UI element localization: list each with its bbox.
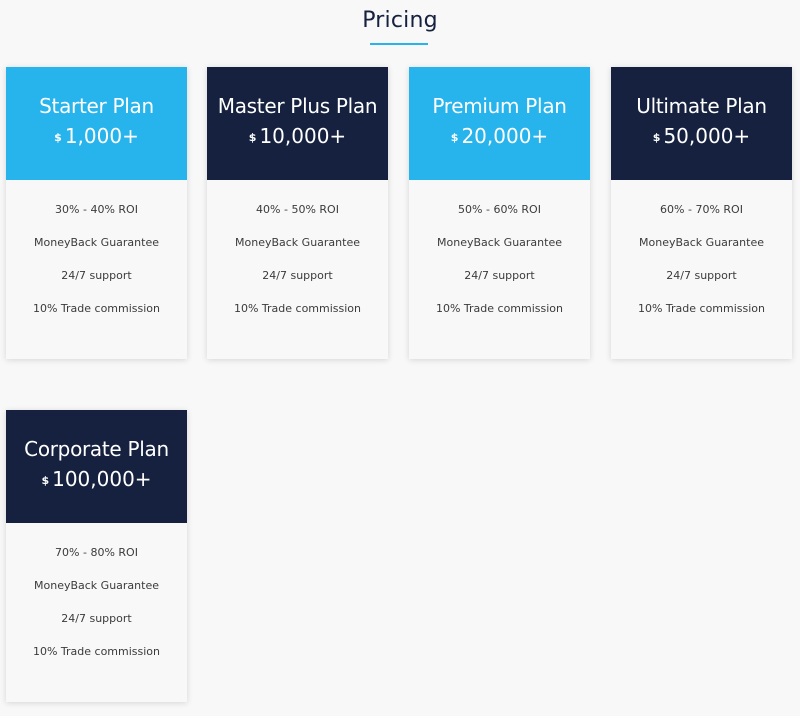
feature-roi: 70% - 80% ROI: [55, 546, 138, 559]
plan-card-ultimate[interactable]: Ultimate Plan $50,000+ 60% - 70% ROI Mon…: [611, 67, 792, 359]
feature-roi: 50% - 60% ROI: [458, 203, 541, 216]
plan-price: $10,000+: [207, 124, 388, 148]
feature-commission: 10% Trade commission: [32, 302, 161, 315]
feature-list: 50% - 60% ROI MoneyBack Guarantee 24/7 s…: [409, 180, 590, 332]
feature-guarantee: MoneyBack Guarantee: [235, 236, 360, 249]
feature-guarantee: MoneyBack Guarantee: [34, 579, 159, 592]
currency-symbol: $: [652, 131, 661, 144]
feature-commission: 10% Trade commission: [233, 302, 362, 315]
plan-header: Corporate Plan $100,000+: [6, 410, 187, 523]
feature-guarantee: MoneyBack Guarantee: [639, 236, 764, 249]
pricing-section: Pricing Starter Plan $1,000+ 30% - 40% R…: [0, 0, 800, 716]
currency-symbol: $: [248, 131, 257, 144]
plan-price: $50,000+: [611, 124, 792, 148]
feature-roi: 30% - 40% ROI: [55, 203, 138, 216]
plan-card-premium[interactable]: Premium Plan $20,000+ 50% - 60% ROI Mone…: [409, 67, 590, 359]
price-amount: 1,000+: [64, 124, 139, 148]
plan-header: Starter Plan $1,000+: [6, 67, 187, 180]
feature-list: 70% - 80% ROI MoneyBack Guarantee 24/7 s…: [6, 523, 187, 675]
section-title: Pricing: [362, 8, 438, 33]
price-amount: 50,000+: [663, 124, 751, 148]
plan-name: Premium Plan: [432, 94, 567, 118]
currency-symbol: $: [450, 131, 459, 144]
plan-card-starter[interactable]: Starter Plan $1,000+ 30% - 40% ROI Money…: [6, 67, 187, 359]
currency-symbol: $: [41, 474, 50, 487]
feature-support: 24/7 support: [262, 269, 333, 282]
feature-support: 24/7 support: [61, 269, 132, 282]
plan-name: Ultimate Plan: [636, 94, 767, 118]
feature-support: 24/7 support: [464, 269, 535, 282]
feature-support: 24/7 support: [61, 612, 132, 625]
feature-roi: 40% - 50% ROI: [256, 203, 339, 216]
feature-list: 30% - 40% ROI MoneyBack Guarantee 24/7 s…: [6, 180, 187, 332]
feature-list: 40% - 50% ROI MoneyBack Guarantee 24/7 s…: [207, 180, 388, 332]
title-underline: [370, 43, 428, 45]
feature-support: 24/7 support: [666, 269, 737, 282]
feature-list: 60% - 70% ROI MoneyBack Guarantee 24/7 s…: [611, 180, 792, 332]
price-amount: 100,000+: [52, 467, 152, 491]
feature-guarantee: MoneyBack Guarantee: [437, 236, 562, 249]
plan-price: $20,000+: [409, 124, 590, 148]
feature-guarantee: MoneyBack Guarantee: [34, 236, 159, 249]
plan-name: Starter Plan: [39, 94, 154, 118]
feature-commission: 10% Trade commission: [435, 302, 564, 315]
plan-card-master-plus[interactable]: Master Plus Plan $10,000+ 40% - 50% ROI …: [207, 67, 388, 359]
currency-symbol: $: [54, 131, 62, 144]
price-amount: 10,000+: [259, 124, 347, 148]
plan-name: Corporate Plan: [24, 437, 169, 461]
feature-commission: 10% Trade commission: [637, 302, 766, 315]
plan-card-corporate[interactable]: Corporate Plan $100,000+ 70% - 80% ROI M…: [6, 410, 187, 702]
plan-price: $100,000+: [6, 467, 187, 491]
plan-name: Master Plus Plan: [217, 94, 378, 118]
plan-header: Ultimate Plan $50,000+: [611, 67, 792, 180]
feature-roi: 60% - 70% ROI: [660, 203, 743, 216]
plan-price: $1,000+: [6, 124, 187, 148]
plan-header: Premium Plan $20,000+: [409, 67, 590, 180]
price-amount: 20,000+: [461, 124, 549, 148]
feature-commission: 10% Trade commission: [32, 645, 161, 658]
plan-header: Master Plus Plan $10,000+: [207, 67, 388, 180]
